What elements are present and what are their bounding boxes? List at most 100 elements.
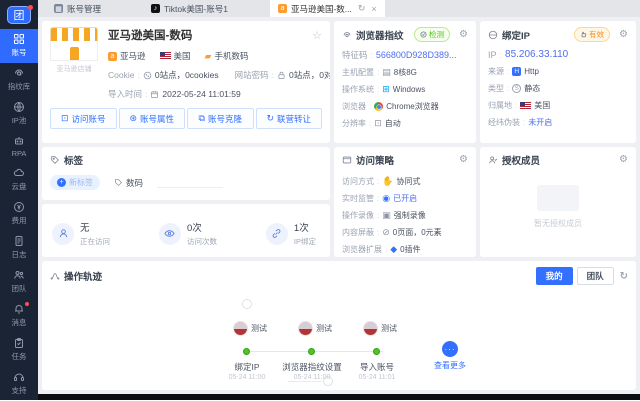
- geo-disguise-row: 经纬伪装: 未开启: [488, 117, 553, 128]
- import-time-value: 2022-05-24 11:01:59: [162, 89, 241, 99]
- sidebar-item-rpa[interactable]: RPA: [0, 131, 38, 163]
- sidebar-item-ip-pool[interactable]: IP池: [0, 97, 38, 131]
- trail-step-time: 05-24 11:01: [358, 374, 396, 381]
- site-password-value: 0站点，0对: [289, 70, 330, 80]
- os-value: Windows: [392, 85, 426, 94]
- sidebar-item-tasks[interactable]: 任务: [0, 333, 38, 367]
- sidebar-item-billing[interactable]: 费用: [0, 197, 38, 231]
- trail-step-name: 绑定IP: [234, 362, 260, 372]
- fingerprint-settings-icon[interactable]: ⚙: [459, 29, 468, 40]
- member-icon: [489, 156, 498, 164]
- my-trail-button[interactable]: 我的: [535, 267, 573, 285]
- windows-icon: ⊞: [382, 84, 390, 94]
- sidebar-item-fingerprints[interactable]: 指纹库: [0, 63, 38, 97]
- amazon-icon: a: [108, 51, 117, 61]
- members-empty-state: 暂无授权成员: [488, 185, 628, 229]
- policy-settings-icon[interactable]: ⚙: [459, 155, 468, 165]
- sidebar-item-cloud-disk[interactable]: 云盘: [0, 163, 38, 197]
- view-more-button[interactable]: ··· 查看更多: [434, 341, 466, 371]
- ip-type-value: 静态: [524, 84, 541, 93]
- platform-tag-label: 亚马逊: [120, 51, 146, 61]
- trail-step-time: 05-24 11:00: [293, 374, 331, 381]
- access-mode-value: 协同式: [396, 177, 421, 186]
- ip-address-value[interactable]: 85.206.33.110: [505, 49, 568, 60]
- stat-ip-bind-count: 1次 IP绑定: [265, 220, 316, 247]
- tags-card-title: 标签: [64, 156, 84, 167]
- tab-tiktok-account[interactable]: ♪ Tiktok美国-账号1: [143, 0, 236, 17]
- tab-amazon-account[interactable]: a 亚马逊美国-数... ↻ ×: [269, 0, 385, 17]
- sidebar-item-team[interactable]: 团队: [0, 265, 38, 299]
- app-logo[interactable]: 团: [7, 5, 33, 24]
- tab-account-management[interactable]: ▦ 账号管理: [46, 0, 109, 17]
- stat-value: 1次: [293, 223, 309, 234]
- visit-icon: ⊡: [60, 113, 69, 123]
- transfer-icon: ↻: [266, 113, 275, 123]
- ip-source-value: Http: [524, 67, 539, 76]
- geo-disguise-value[interactable]: 未开启: [528, 117, 552, 128]
- sidebar-item-label: 指纹库: [7, 82, 31, 91]
- monitor-value: 已开启: [393, 194, 418, 203]
- ip-valid-badge: 有效: [574, 27, 611, 42]
- fingerprint-icon: [343, 31, 351, 37]
- robot-icon: [15, 137, 23, 145]
- team-trail-button[interactable]: 团队: [576, 267, 614, 285]
- transfer-button[interactable]: ↻ 联营转让: [255, 108, 322, 129]
- us-flag-icon: [159, 52, 171, 60]
- view-more-label: 查看更多: [434, 361, 466, 370]
- platform-caption: 亚马逊店铺: [56, 66, 92, 73]
- sidebar-item-logs[interactable]: 日志: [0, 231, 38, 265]
- category-tag-label: 手机数码: [214, 51, 249, 61]
- ip-label: IP: [488, 49, 497, 60]
- clipboard-icon: [15, 338, 23, 348]
- account-properties-button[interactable]: ⊛ 账号属性: [118, 108, 185, 129]
- visit-account-button[interactable]: ⊡ 访问账号: [50, 108, 117, 129]
- bell-icon: [15, 305, 23, 314]
- sidebar-item-label: RPA: [11, 149, 27, 158]
- site-password-label: 网站密码: [234, 70, 269, 80]
- hand-icon: ✋: [382, 176, 394, 186]
- tab-refresh-icon[interactable]: ↻: [358, 3, 366, 14]
- tag-icon: [51, 156, 59, 164]
- trail-step-time: 05-24 11:00: [228, 374, 266, 381]
- tag-item[interactable]: 数码: [114, 177, 143, 189]
- import-time-field: 导入时间 : 2022-05-24 11:01:59: [108, 89, 241, 99]
- fingerprint-check-badge[interactable]: 检测: [414, 27, 451, 42]
- tag-input-line[interactable]: [157, 177, 224, 188]
- favorite-star-icon[interactable]: ☆: [312, 29, 322, 42]
- timeline-node: [373, 348, 380, 355]
- eye-icon: ◉: [382, 193, 391, 203]
- user-avatar: [298, 321, 313, 336]
- sidebar-item-support[interactable]: 支持: [0, 367, 38, 401]
- recording-value: 强制录像: [393, 211, 426, 220]
- empty-text: 暂无授权成员: [534, 219, 582, 228]
- sidebar-item-accounts[interactable]: 账号: [0, 29, 38, 63]
- browser-value: Chrome浏览器: [386, 102, 439, 111]
- timeline-connector-dot: [242, 299, 252, 309]
- user-name: 测试: [316, 324, 332, 333]
- members-card-title: 授权成员: [502, 156, 541, 167]
- tab-close-icon[interactable]: ×: [371, 4, 376, 14]
- trail-step-user: 测试: [233, 321, 267, 336]
- trail-refresh-icon[interactable]: ↻: [620, 271, 628, 282]
- properties-icon: ⊛: [129, 113, 138, 123]
- feature-code-value[interactable]: 566800D928D389...: [376, 50, 457, 60]
- site-password-field: 网站密码 : 0站点，0对: [235, 69, 330, 81]
- chip-icon: ▤: [382, 67, 391, 77]
- check-circle-icon: [420, 31, 427, 38]
- main-area: ▦ 账号管理 ♪ Tiktok美国-账号1 a 亚马逊美国-数... ↻ × 亚…: [38, 0, 640, 400]
- new-tag-button[interactable]: + 新标签: [50, 175, 100, 190]
- stats-card: 无正在访问 0次 访问次数 1次 IP绑定: [42, 204, 330, 257]
- resolution-value: 自动: [384, 119, 401, 128]
- fingerprint-card-title: 浏览器指纹: [356, 30, 404, 42]
- shop-logo[interactable]: 亚马逊店铺: [50, 27, 98, 100]
- sidebar-item-messages[interactable]: 消息: [0, 299, 38, 333]
- host-config-row: 主机配置: ▤ 8核8G: [342, 67, 417, 78]
- thumbs-up-icon: [581, 31, 587, 38]
- members-settings-icon[interactable]: ⚙: [619, 155, 628, 165]
- ip-card: 绑定IP 有效 ⚙ IP : 85.206.33.110 来源: H Http …: [480, 21, 636, 143]
- sidebar: 团 账号 指纹库 IP池 RPA 云盘 费用 日志 团队 消息 任务 支持: [0, 0, 38, 400]
- account-clone-button[interactable]: ⧉ 账号克隆: [187, 108, 254, 129]
- ip-settings-icon[interactable]: ⚙: [619, 29, 628, 40]
- stat-visit-count: 0次 访问次数: [158, 220, 217, 247]
- sidebar-item-label: 云盘: [11, 182, 27, 191]
